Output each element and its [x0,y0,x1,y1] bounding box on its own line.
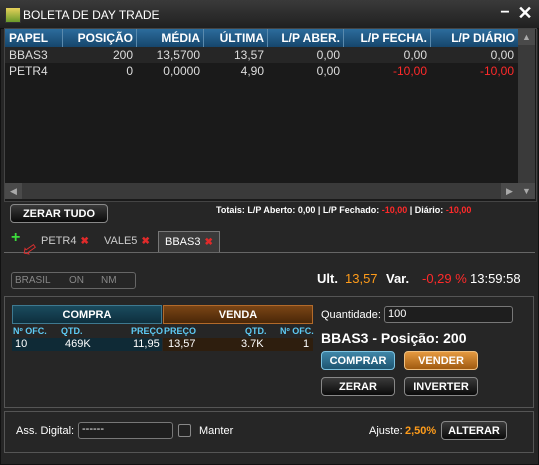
table-row[interactable]: PETR4 0 0,0000 4,90 0,00 -10,00 -10,00 [5,63,518,79]
quote-panel: BRASIL ON NM Ult. 13,57 Var. -0,29 % 13:… [4,258,532,294]
last-price-value: 13,57 [345,271,378,286]
table-row[interactable]: BBAS3 200 13,5700 13,57 0,00 0,00 0,00 [5,47,518,63]
scroll-left-icon[interactable]: ◀ [5,183,22,199]
zerar-button[interactable]: ZERAR [321,377,395,396]
scroll-down-icon[interactable]: ▼ [518,183,535,199]
quantity-label: Quantidade: [321,309,381,321]
cell-posicao: 0 [126,64,133,78]
book-sell-header: VENDA [163,305,313,324]
close-tab-icon[interactable]: ✖ [204,237,212,248]
cell-lp-aber: 0,00 [316,48,340,62]
col-ultima[interactable]: ÚLTIMA [204,29,268,47]
book-buy-preco: 11,95 [133,338,160,350]
book-sell-col-nofc: Nº OFC. [280,326,314,336]
status-nm: NM [101,275,117,286]
book-sell-preco: 13,57 [168,338,196,350]
book-buy-qtd: 469K [65,338,91,350]
variation-value: -0,29 % [422,271,467,286]
totals-mid: | Diário: [407,205,444,215]
scroll-right-icon[interactable]: ▶ [501,183,518,199]
book-sell-col-preco: PREÇO [164,326,197,336]
totals-summary: Totais: L/P Aberto: 0,00 | L/P Fechado: … [216,205,471,215]
cell-lp-fecha: -10,00 [392,64,427,78]
col-papel[interactable]: PAPEL [5,29,63,47]
tab-vale5[interactable]: VALE5 ✖ [98,231,156,251]
cell-posicao: 200 [112,48,133,62]
vender-button[interactable]: VENDER [404,351,478,370]
digital-signature-label: Ass. Digital: [16,425,75,437]
col-media[interactable]: MÉDIA [137,29,204,47]
app-icon [5,7,21,23]
alterar-button[interactable]: ALTERAR [441,421,507,440]
book-buy-col-preco: PREÇO [131,326,164,336]
quantity-input[interactable]: 100 [384,306,513,323]
scroll-up-icon[interactable]: ▲ [518,29,535,45]
book-buy-header: COMPRA [12,305,162,324]
bottom-panel: Ass. Digital: ------ Manter Ajuste: 2,50… [4,411,534,453]
book-buy-nofc: 10 [15,338,28,350]
totals-fechado: -10,00 [381,205,408,215]
cell-lp-fecha: 0,00 [403,48,427,62]
status-on: ON [69,275,84,286]
title-bar[interactable]: BOLETA DE DAY TRADE − ✕ [0,0,539,29]
totals-diario: -10,00 [445,205,472,215]
comprar-button[interactable]: COMPRAR [321,351,395,370]
col-posicao[interactable]: POSIÇÃO [63,29,137,47]
tab-bbas3[interactable]: BBAS3 ✖ [158,231,220,252]
col-lp-fecha[interactable]: L/P FECHA. [344,29,431,47]
ajuste-value: 2,50% [405,425,437,437]
status-brasil: BRASIL [15,275,51,286]
cell-media: 13,5700 [156,48,200,62]
cell-papel: BBAS3 [9,48,48,62]
market-status-box: BRASIL ON NM [11,272,136,289]
cell-ultima: 13,57 [233,48,264,62]
totals-prefix: Totais: L/P Aberto: 0,00 | L/P Fechado: [216,205,380,215]
close-button[interactable]: ✕ [516,4,534,22]
book-buy-col-qtd: QTD. [61,326,83,336]
quote-time: 13:59:58 [470,271,521,286]
cell-ultima: 4,90 [240,64,264,78]
last-price-label: Ult. [317,271,338,286]
horizontal-scrollbar[interactable]: ◀ ▶ [5,183,518,199]
ajuste-label: Ajuste: [369,425,403,437]
vertical-scrollbar[interactable]: ▲ ▼ [518,29,535,199]
grid-header: PAPEL POSIÇÃO MÉDIA ÚLTIMA L/P ABER. L/P… [5,29,518,47]
tab-petr4[interactable]: PETR4 ✖ [35,231,95,251]
book-sell-col-qtd: QTD. [245,326,267,336]
close-tab-icon[interactable]: ✖ [141,236,149,247]
manter-label: Manter [199,425,234,437]
book-buy-col-nofc: Nº OFC. [13,326,47,336]
manter-checkbox[interactable] [178,424,191,437]
book-sell-nofc: 1 [303,338,310,350]
variation-label: Var. [386,271,410,286]
book-sell-qtd: 3.7K [241,338,264,350]
positions-grid: PAPEL POSIÇÃO MÉDIA ÚLTIMA L/P ABER. L/P… [4,28,537,202]
order-panel: COMPRA VENDA Nº OFC. QTD. PREÇO PREÇO QT… [4,296,534,408]
asset-tabs: + ⇦ PETR4 ✖ VALE5 ✖ BBAS3 ✖ [4,228,535,262]
digital-signature-input[interactable]: ------ [78,422,173,439]
zerar-tudo-button[interactable]: ZERAR TUDO [10,204,108,223]
col-lp-diario[interactable]: L/P DIÁRIO [431,29,518,47]
tab-label: VALE5 [104,235,138,247]
cell-papel: PETR4 [9,64,48,78]
cell-media: 0,0000 [163,64,200,78]
tab-label: PETR4 [41,235,77,247]
window-title: BOLETA DE DAY TRADE [23,8,160,22]
tab-label: BBAS3 [165,236,201,248]
col-lp-aber[interactable]: L/P ABER. [268,29,344,47]
close-tab-icon[interactable]: ✖ [80,236,88,247]
position-title: BBAS3 - Posição: 200 [321,330,467,346]
inverter-button[interactable]: INVERTER [404,377,478,396]
minimize-button[interactable]: − [496,4,514,22]
cell-lp-diario: -10,00 [479,64,514,78]
cell-lp-diario: 0,00 [490,48,514,62]
cell-lp-aber: 0,00 [316,64,340,78]
